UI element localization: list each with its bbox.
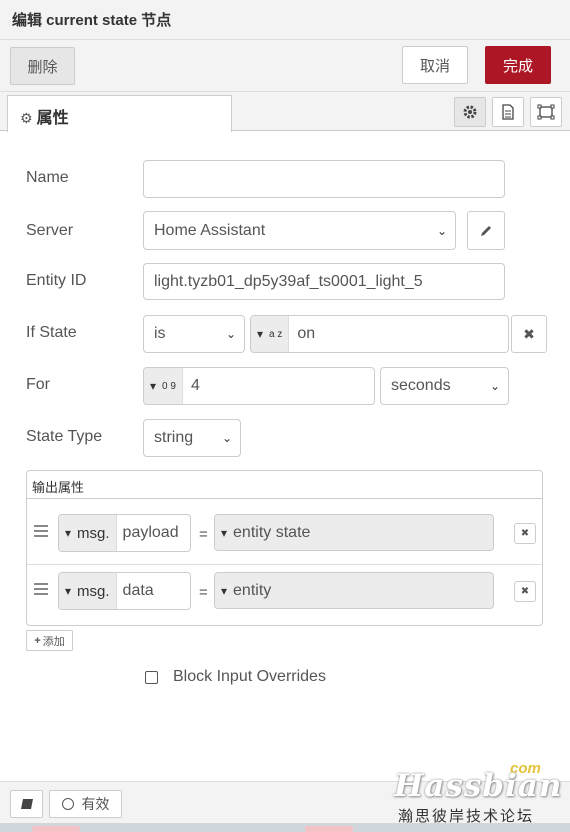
watermark-subtitle: 瀚思彼岸技术论坛 <box>398 808 535 825</box>
dialog-title: 编辑 current state 节点 <box>0 0 570 40</box>
watermark-logo: com Hassbian 瀚思彼岸技术论坛 <box>388 760 570 826</box>
cancel-button[interactable]: 取消 <box>402 46 468 84</box>
gear-icon <box>463 105 477 119</box>
delete-button[interactable]: 删除 <box>10 47 75 85</box>
remove-ifstate-button[interactable]: ✖ <box>511 315 547 353</box>
tab-label: 属性 <box>36 110 69 127</box>
block-input-checkbox[interactable] <box>145 671 158 684</box>
output-property-value: payload <box>122 524 179 541</box>
type-select-button[interactable]: ▾ <box>215 573 230 608</box>
ifstate-operator-select[interactable]: is ⌄ <box>143 315 245 353</box>
caret-down-icon: ▾ <box>221 583 228 598</box>
type-select-button[interactable]: ▾ <box>215 515 230 550</box>
caret-down-icon: ▾ <box>150 379 157 393</box>
chevron-down-icon: ⌄ <box>489 379 500 393</box>
ifstate-operator-value: is <box>154 325 166 342</box>
server-label: Server <box>26 222 74 239</box>
output-property-input[interactable]: ▾ msg. data <box>58 572 191 610</box>
remove-row-button[interactable]: ✖ <box>514 523 536 544</box>
entity-label: Entity ID <box>26 272 87 289</box>
output-property-value: data <box>122 582 154 599</box>
settings-tab-button[interactable] <box>454 97 486 127</box>
chevron-down-icon: ⌄ <box>225 327 236 341</box>
ifstate-value: on <box>297 325 316 342</box>
dialog-toolbar: 删除 取消 完成 <box>0 40 570 92</box>
for-unit-value: seconds <box>391 377 451 394</box>
output-value: entity <box>233 581 272 599</box>
for-unit-select[interactable]: seconds ⌄ <box>380 367 509 405</box>
type-select-button[interactable]: ▾ msg. <box>59 573 117 609</box>
for-label: For <box>26 376 50 393</box>
statetype-select[interactable]: string ⌄ <box>143 419 241 457</box>
type-select-button[interactable]: ▾ a z <box>251 316 290 352</box>
tab-properties[interactable]: ⚙ 属性 <box>7 95 232 132</box>
chevron-down-icon: ⌄ <box>436 223 447 238</box>
gear-icon: ⚙ <box>20 110 33 126</box>
type-select-button[interactable]: ▾ 0 9 <box>144 368 183 404</box>
drag-handle-icon[interactable] <box>34 525 48 540</box>
watermark-brand: Hassbian <box>394 768 563 804</box>
drag-handle-icon[interactable] <box>34 583 48 598</box>
msg-prefix: msg. <box>77 582 110 600</box>
output-properties-header: 输出属性 <box>27 471 542 499</box>
equals-sign: = <box>199 584 208 601</box>
caret-down-icon: ▾ <box>65 584 72 598</box>
add-output-button[interactable]: + 添加 <box>26 630 73 651</box>
close-icon: ✖ <box>523 325 535 342</box>
number-type-icon: 0 9 <box>162 380 176 392</box>
properties-form: Name Server Home Assistant ⌄ Entity ID l… <box>0 131 570 781</box>
circle-icon <box>61 798 74 810</box>
name-label: Name <box>26 169 69 186</box>
statetype-value: string <box>154 429 194 446</box>
type-select-button[interactable]: ▾ msg. <box>59 515 117 551</box>
appearance-tab-button[interactable] <box>530 97 562 127</box>
server-value: Home Assistant <box>154 221 266 239</box>
msg-prefix: msg. <box>77 524 110 542</box>
node-help-button[interactable] <box>10 790 43 818</box>
pencil-icon <box>481 225 491 236</box>
close-icon: ✖ <box>520 586 530 597</box>
description-tab-button[interactable] <box>492 97 524 127</box>
entity-id-value: light.tyzb01_dp5y39af_ts0001_light_5 <box>154 272 423 290</box>
plus-icon: + <box>34 634 41 647</box>
block-input-label: Block Input Overrides <box>173 668 326 685</box>
enabled-label: 有效 <box>81 796 110 812</box>
caret-down-icon: ▾ <box>221 525 228 540</box>
ifstate-label: If State <box>26 324 77 341</box>
name-input[interactable] <box>143 160 505 198</box>
equals-sign: = <box>199 526 208 543</box>
document-icon <box>502 104 514 120</box>
server-select[interactable]: Home Assistant ⌄ <box>143 211 456 250</box>
output-value-input[interactable]: ▾ entity state <box>214 514 494 551</box>
list-item: ▾ msg. data = ▾ entity ✖ <box>27 564 542 621</box>
output-value: entity state <box>233 523 311 541</box>
entity-id-input[interactable]: light.tyzb01_dp5y39af_ts0001_light_5 <box>143 263 505 300</box>
book-icon <box>20 799 33 809</box>
for-value-input[interactable]: ▾ 0 9 4 <box>143 367 375 405</box>
string-type-icon: a z <box>269 328 283 340</box>
caret-down-icon: ▾ <box>65 526 72 540</box>
ifstate-value-input[interactable]: ▾ a z on <box>250 315 509 353</box>
output-value-input[interactable]: ▾ entity <box>214 572 494 609</box>
edit-server-button[interactable] <box>467 211 505 250</box>
close-icon: ✖ <box>520 528 530 539</box>
done-button[interactable]: 完成 <box>485 46 551 84</box>
output-properties-box: 输出属性 ▾ msg. payload = ▾ entity state ✖ ▾… <box>26 470 543 626</box>
frame-icon <box>537 104 555 120</box>
output-property-input[interactable]: ▾ msg. payload <box>58 514 191 552</box>
enabled-toggle-button[interactable]: 有效 <box>49 790 122 818</box>
statetype-label: State Type <box>26 428 103 445</box>
for-value: 4 <box>190 377 200 394</box>
caret-down-icon: ▾ <box>257 327 264 341</box>
remove-row-button[interactable]: ✖ <box>514 581 536 602</box>
chevron-down-icon: ⌄ <box>221 431 232 445</box>
add-label: 添加 <box>42 635 65 648</box>
list-item: ▾ msg. payload = ▾ entity state ✖ <box>27 507 542 564</box>
tab-bar: ⚙ 属性 <box>0 92 570 132</box>
